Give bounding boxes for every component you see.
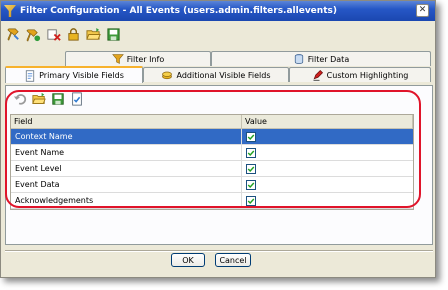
tab-label: Additional Visible Fields <box>176 70 271 80</box>
tab-row-top: Filter Info Filter Data <box>65 51 431 66</box>
lock-icon <box>68 28 79 41</box>
save-button[interactable] <box>105 26 122 43</box>
panel-toolbar <box>12 91 84 106</box>
apply-icon <box>71 91 82 106</box>
open-folder-icon <box>31 92 46 104</box>
checkmark-icon <box>247 150 255 156</box>
pin-button[interactable] <box>5 26 22 43</box>
lock-button[interactable] <box>65 26 82 43</box>
visible-fields-table: Field Value Context Name Event Name Even… <box>10 114 414 210</box>
main-toolbar <box>5 26 122 44</box>
copy-pin-icon <box>26 29 41 42</box>
field-name: Event Level <box>11 161 242 176</box>
tab-label: Primary Visible Fields <box>39 71 124 80</box>
close-icon: ✕ <box>418 5 427 15</box>
database-icon <box>294 54 303 64</box>
tab-additional-visible-fields[interactable]: Additional Visible Fields <box>143 67 289 82</box>
ok-button[interactable]: OK <box>171 253 205 267</box>
tab-filter-data[interactable]: Filter Data <box>211 51 431 66</box>
filter-funnel-icon <box>4 5 16 17</box>
delete-icon <box>47 29 61 41</box>
checkmark-icon <box>247 182 255 188</box>
tab-custom-highlighting[interactable]: Custom Highlighting <box>289 67 431 82</box>
table-row[interactable]: Event Level <box>11 161 413 177</box>
copy-pin-button[interactable] <box>25 26 42 43</box>
tab-label: Filter Info <box>126 54 165 64</box>
open-button[interactable] <box>85 26 102 43</box>
column-header-field[interactable]: Field <box>11 115 242 128</box>
tab-primary-visible-fields[interactable]: Primary Visible Fields <box>5 66 143 83</box>
tab-label: Filter Data <box>307 54 350 64</box>
divider <box>5 250 433 252</box>
field-name: Event Data <box>11 177 242 192</box>
tab-row-bottom: Primary Visible Fields Additional Visibl… <box>5 66 431 83</box>
funnel-icon <box>111 54 124 64</box>
value-checkbox[interactable] <box>246 179 256 190</box>
column-header-value[interactable]: Value <box>242 115 413 128</box>
undo-icon <box>13 93 26 105</box>
primary-visible-fields-panel: Field Value Context Name Event Name Even… <box>5 85 433 245</box>
save-icon <box>107 28 120 41</box>
undo-button[interactable] <box>12 91 27 106</box>
panel-open-button[interactable] <box>31 91 46 106</box>
table-row[interactable]: Event Name <box>11 145 413 161</box>
value-checkbox[interactable] <box>246 147 256 158</box>
highlighter-icon <box>313 69 323 81</box>
delete-button[interactable] <box>45 26 62 43</box>
panel-save-button[interactable] <box>50 91 65 106</box>
field-name: Event Name <box>11 145 242 160</box>
document-icon <box>25 69 35 82</box>
field-name: Context Name <box>11 129 242 144</box>
save-icon <box>51 92 64 105</box>
window-title: Filter Configuration - All Events (users… <box>20 6 337 16</box>
cancel-button[interactable]: Cancel <box>215 253 251 267</box>
checkmark-icon <box>247 166 255 172</box>
table-row[interactable]: Acknowledgements <box>11 193 413 209</box>
tab-filter-info[interactable]: Filter Info <box>65 51 211 66</box>
close-button[interactable]: ✕ <box>416 4 429 17</box>
table-header: Field Value <box>11 115 413 129</box>
coins-icon <box>162 71 173 80</box>
value-checkbox[interactable] <box>246 163 256 174</box>
pin-icon <box>7 28 19 41</box>
table-row[interactable]: Event Data <box>11 177 413 193</box>
checkmark-icon <box>247 198 255 204</box>
tab-label: Custom Highlighting <box>326 70 409 80</box>
value-checkbox[interactable] <box>246 131 256 142</box>
open-folder-icon <box>86 27 101 40</box>
field-name: Acknowledgements <box>11 193 242 208</box>
table-row[interactable]: Context Name <box>11 129 413 145</box>
title-bar[interactable]: Filter Configuration - All Events (users… <box>1 1 435 21</box>
value-checkbox[interactable] <box>246 195 256 206</box>
filter-configuration-dialog: Filter Configuration - All Events (users… <box>0 0 436 278</box>
apply-button[interactable] <box>69 91 84 106</box>
checkmark-icon <box>247 134 255 140</box>
